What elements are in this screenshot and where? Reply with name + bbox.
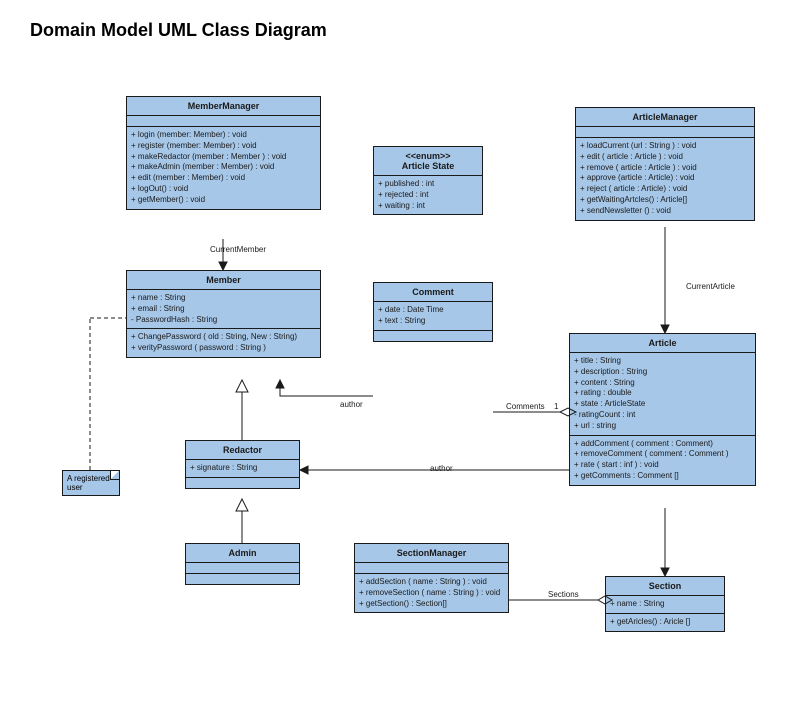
class-name: Redactor [186, 441, 299, 460]
class-article-state: <<enum>> Article State + published : int… [373, 146, 483, 215]
label-comments: Comments [506, 402, 546, 411]
class-section-manager: SectionManager + addSection ( name : Str… [354, 543, 509, 613]
class-name: <<enum>> Article State [374, 147, 482, 176]
class-name: Admin [186, 544, 299, 563]
label-current-member: CurrentMember [210, 245, 266, 254]
label-author: author [430, 464, 453, 473]
class-redactor: Redactor + signature : String [185, 440, 300, 489]
class-name: MemberManager [127, 97, 320, 116]
class-admin: Admin [185, 543, 300, 585]
class-name: Comment [374, 283, 492, 302]
class-name: Member [127, 271, 320, 290]
class-member-manager: MemberManager + login (member: Member) :… [126, 96, 321, 210]
class-name: Article [570, 334, 755, 353]
class-section: Section + name : String + getAricles() :… [605, 576, 725, 632]
label-current-article: CurrentArticle [686, 282, 735, 291]
note-registered-user: A registered user [62, 470, 120, 496]
class-article: Article + title : String + description :… [569, 333, 756, 486]
label-sections: Sections [548, 590, 579, 599]
label-comments-multiplicity: 1 [554, 402, 558, 411]
label-author: author [340, 400, 363, 409]
diagram-title: Domain Model UML Class Diagram [30, 20, 327, 41]
class-name: SectionManager [355, 544, 508, 563]
class-name: ArticleManager [576, 108, 754, 127]
class-comment: Comment + date : Date Time + text : Stri… [373, 282, 493, 342]
class-article-manager: ArticleManager + loadCurrent (url : Stri… [575, 107, 755, 221]
class-member: Member + name : String + email : String … [126, 270, 321, 358]
class-name: Section [606, 577, 724, 596]
